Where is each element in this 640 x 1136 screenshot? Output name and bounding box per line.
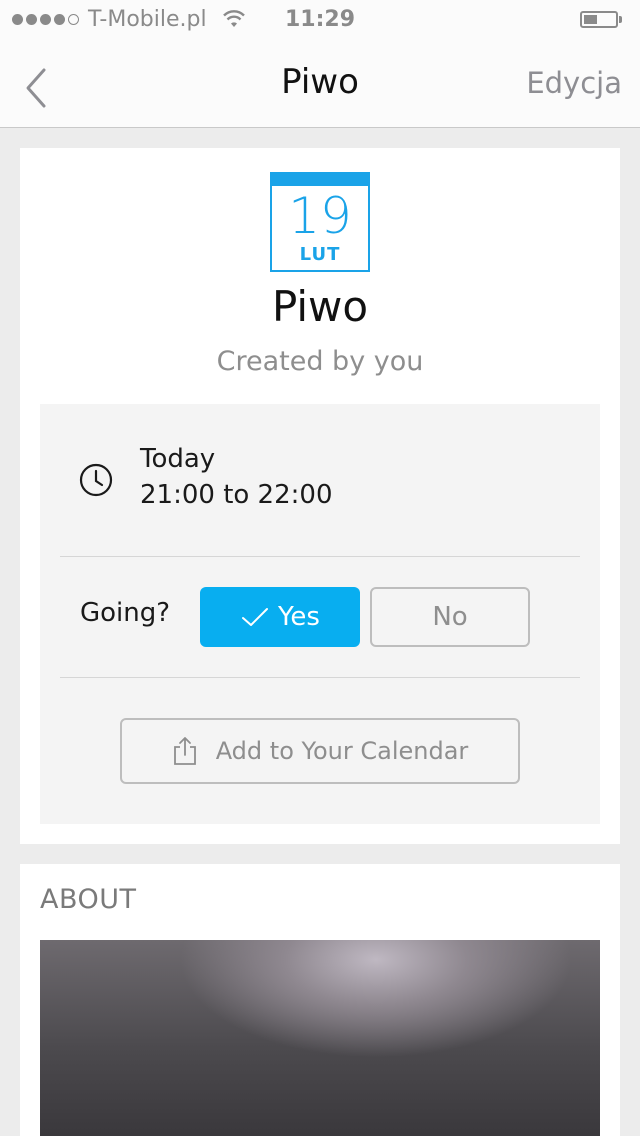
calendar-date-icon: 19 LUT bbox=[270, 172, 370, 272]
event-date: Today bbox=[140, 444, 216, 474]
event-creator: Created by you bbox=[216, 346, 424, 377]
event-card: 19 LUT Piwo Created by you Today 21:00 t… bbox=[20, 148, 620, 844]
divider bbox=[60, 677, 580, 678]
battery-nub bbox=[619, 16, 622, 23]
add-to-calendar-label: Add to Your Calendar bbox=[215, 737, 469, 765]
event-title: Piwo bbox=[271, 282, 369, 331]
event-details-panel: Today 21:00 to 22:00 Going? Yes No Add t… bbox=[40, 404, 600, 824]
status-bar: T-Mobile.pl 11:29 bbox=[0, 0, 640, 40]
about-heading: ABOUT bbox=[40, 884, 137, 915]
going-label: Going? bbox=[80, 598, 171, 628]
calendar-month: LUT bbox=[299, 244, 341, 265]
calendar-day: 19 bbox=[288, 187, 352, 245]
navigation-bar: Piwo Edycja bbox=[0, 40, 640, 128]
battery-icon bbox=[580, 11, 618, 28]
checkmark-icon bbox=[242, 608, 268, 626]
rsvp-yes-button[interactable]: Yes bbox=[200, 587, 360, 647]
add-to-calendar-button[interactable]: Add to Your Calendar bbox=[120, 718, 520, 784]
status-time: 11:29 bbox=[284, 7, 356, 32]
rsvp-no-button[interactable]: No bbox=[370, 587, 530, 647]
about-photo bbox=[40, 940, 600, 1136]
clock-icon bbox=[78, 462, 114, 502]
edit-button[interactable]: Edycja bbox=[526, 66, 622, 100]
share-icon bbox=[173, 737, 196, 765]
event-time-range: 21:00 to 22:00 bbox=[140, 480, 333, 510]
divider bbox=[60, 556, 580, 557]
rsvp-yes-label: Yes bbox=[278, 602, 320, 632]
about-card: ABOUT bbox=[20, 864, 620, 1136]
rsvp-no-label: No bbox=[432, 602, 468, 632]
